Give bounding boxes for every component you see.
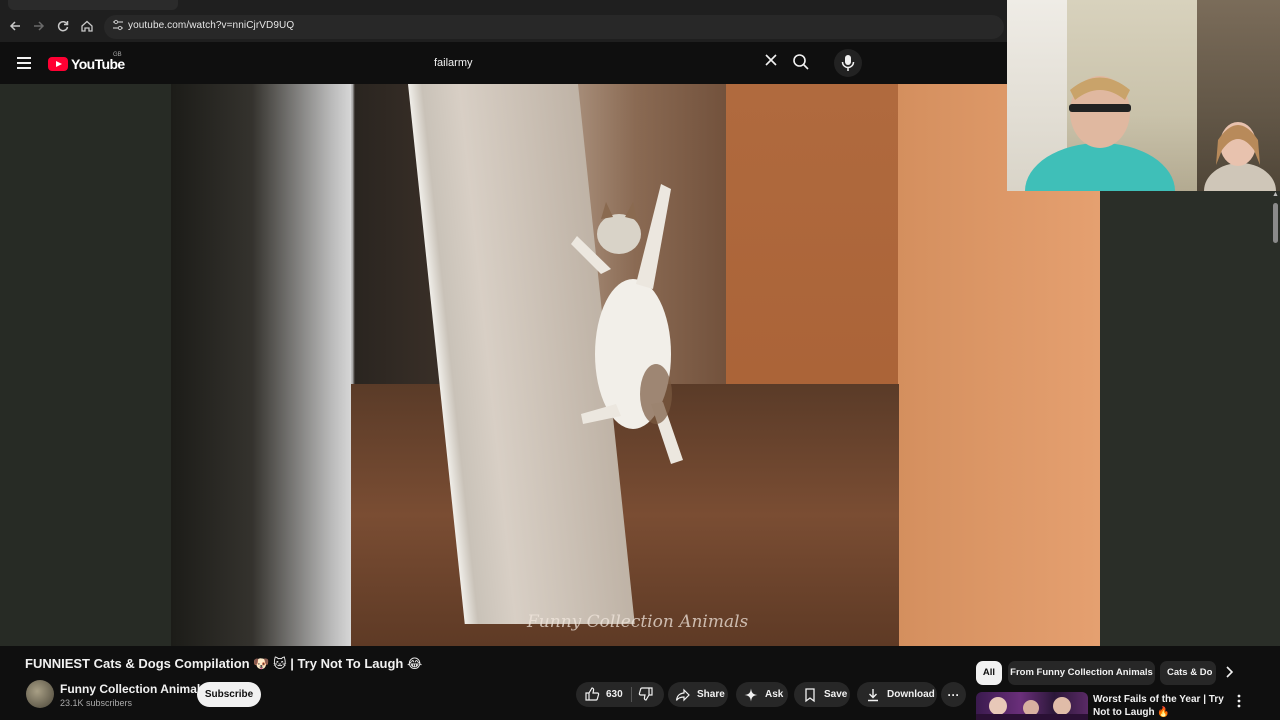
chip-cats-dogs[interactable]: Cats & Do xyxy=(1160,661,1216,685)
country-code: GB xyxy=(113,52,122,58)
thumbs-up-icon xyxy=(584,686,600,702)
download-icon xyxy=(865,687,881,703)
logo-text: YouTube xyxy=(71,56,125,72)
download-label: Download xyxy=(887,689,935,700)
webcam-person-left xyxy=(1025,76,1175,191)
reload-icon[interactable] xyxy=(55,19,71,35)
ask-button[interactable]: Ask xyxy=(736,682,788,707)
more-icon: ··· xyxy=(947,687,960,702)
back-icon[interactable] xyxy=(7,19,23,35)
chip-all[interactable]: All xyxy=(976,661,1002,685)
video-frame[interactable]: Funny Collection Animals xyxy=(171,84,1100,646)
address-bar[interactable]: youtube.com/watch?v=nniCjrVD9UQ xyxy=(104,15,1004,39)
microphone-icon[interactable] xyxy=(834,49,862,77)
browser-tab-active[interactable] xyxy=(8,0,178,10)
webcam-person-right xyxy=(1204,122,1276,191)
thumbnail-image xyxy=(976,697,1088,720)
video-cat xyxy=(571,184,683,464)
recommendation-title[interactable]: Worst Fails of the Year | Try Not to Lau… xyxy=(1093,693,1233,719)
like-dislike-group: 630 xyxy=(576,682,664,707)
sparkle-icon xyxy=(743,687,759,703)
subscriber-count: 23.1K subscribers xyxy=(60,698,133,708)
home-icon[interactable] xyxy=(79,19,95,35)
youtube-play-icon xyxy=(48,57,68,71)
channel-name[interactable]: Funny Collection Animals xyxy=(60,682,207,696)
menu-icon[interactable] xyxy=(17,57,31,69)
recommendation-thumbnail[interactable] xyxy=(976,692,1088,720)
scroll-up-icon[interactable]: ▲ xyxy=(1272,191,1279,198)
share-button[interactable]: Share xyxy=(668,682,728,707)
download-button[interactable]: Download xyxy=(857,682,937,707)
video-blurred-left xyxy=(171,84,351,646)
chevron-right-icon[interactable] xyxy=(1216,661,1242,685)
save-button[interactable]: Save xyxy=(794,682,850,707)
search-input[interactable]: failarmy xyxy=(424,50,786,76)
search-query: failarmy xyxy=(434,57,473,69)
video-watermark: Funny Collection Animals xyxy=(527,612,749,632)
youtube-logo[interactable]: YouTube GB xyxy=(48,52,125,72)
forward-icon[interactable] xyxy=(31,19,47,35)
subscribe-button[interactable]: Subscribe xyxy=(197,682,261,707)
clear-icon[interactable] xyxy=(762,53,780,71)
thumbs-down-icon xyxy=(638,686,654,702)
page-scrollbar[interactable]: ▲ xyxy=(1271,191,1280,720)
search-icon[interactable] xyxy=(792,53,812,73)
url-text: youtube.com/watch?v=nniCjrVD9UQ xyxy=(128,20,295,31)
site-settings-icon[interactable] xyxy=(112,19,126,35)
more-actions-button[interactable]: ··· xyxy=(941,682,966,707)
ask-label: Ask xyxy=(765,689,784,700)
scrollbar-thumb[interactable] xyxy=(1273,203,1278,243)
video-title: FUNNIEST Cats & Dogs Compilation 🐶 🐱 | T… xyxy=(25,656,423,671)
kebab-menu-icon[interactable] xyxy=(1233,694,1245,710)
save-label: Save xyxy=(824,689,848,700)
bookmark-icon xyxy=(802,687,818,703)
share-icon xyxy=(675,687,691,703)
chip-from-channel[interactable]: From Funny Collection Animals xyxy=(1008,661,1155,685)
webcam-overlay xyxy=(1007,0,1280,191)
like-divider xyxy=(631,687,632,702)
dislike-button[interactable] xyxy=(638,686,660,705)
like-button[interactable]: 630 xyxy=(584,686,623,702)
share-label: Share xyxy=(697,689,725,700)
channel-avatar[interactable] xyxy=(26,680,54,708)
like-count: 630 xyxy=(606,688,623,700)
